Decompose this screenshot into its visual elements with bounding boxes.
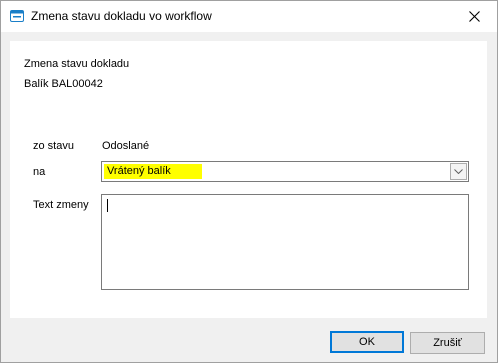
to-state-label: na — [33, 166, 46, 178]
dialog-window: Zmena stavu dokladu vo workflow Zmena st… — [0, 0, 498, 363]
to-state-selected-value: Vrátený balík — [104, 164, 202, 179]
to-state-select[interactable]: Vrátený balík — [101, 161, 469, 182]
document-id: Balík BAL00042 — [24, 78, 103, 90]
chevron-down-icon — [454, 169, 463, 174]
from-state-value: Odoslané — [102, 140, 150, 152]
cancel-button[interactable]: Zrušiť — [410, 332, 485, 354]
app-window-icon — [10, 10, 24, 22]
dialog-heading: Zmena stavu dokladu — [24, 58, 130, 70]
dropdown-button[interactable] — [450, 163, 467, 180]
window-title: Zmena stavu dokladu vo workflow — [31, 9, 212, 23]
close-icon — [468, 11, 480, 22]
change-note-input[interactable] — [101, 194, 469, 290]
close-button[interactable] — [451, 1, 497, 32]
ok-button[interactable]: OK — [330, 331, 404, 353]
title-bar: Zmena stavu dokladu vo workflow — [1, 1, 497, 32]
from-state-label: zo stavu — [33, 140, 74, 152]
change-note-label: Text zmeny — [33, 199, 89, 211]
text-caret — [107, 199, 108, 212]
